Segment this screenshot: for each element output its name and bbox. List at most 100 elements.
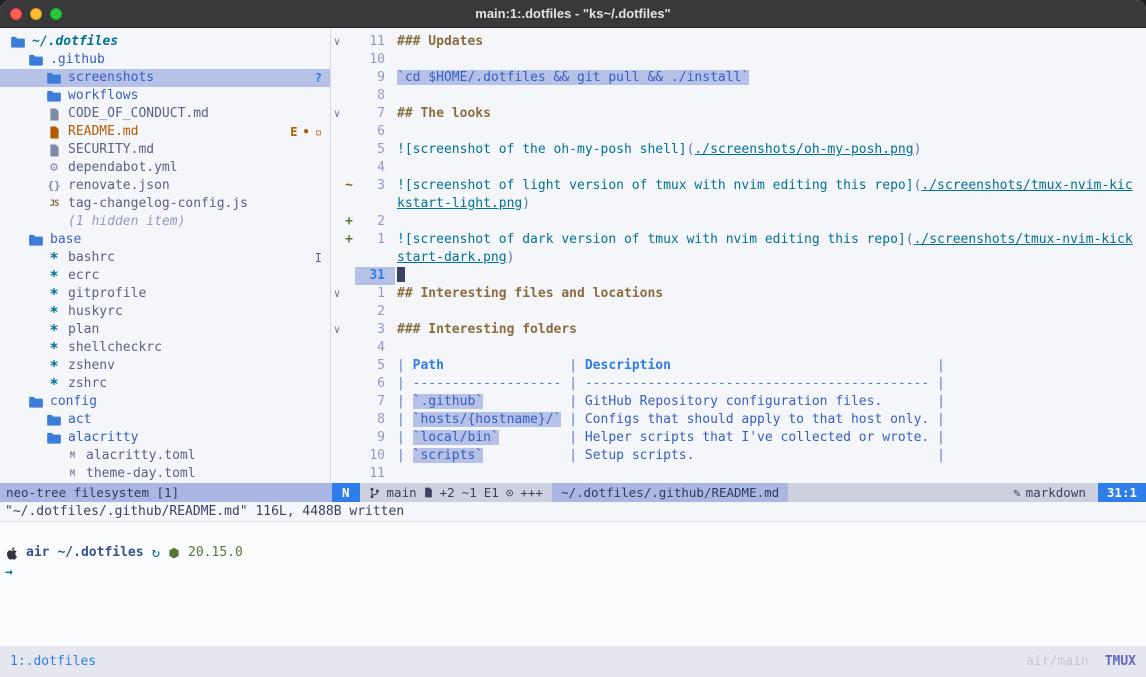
tree-row[interactable]: *shellcheckrc [0, 339, 330, 357]
git-branch-icon [369, 487, 380, 499]
editor-line[interactable]: +2 [331, 213, 1146, 231]
editor-line[interactable]: 8 [331, 87, 1146, 105]
tree-badges: E•▫ [290, 123, 322, 141]
line-text [395, 51, 1146, 69]
tree-label: huskyrc [68, 303, 123, 321]
editor-line[interactable]: 2 [331, 303, 1146, 321]
line-number: 6 [355, 375, 395, 393]
filetype-segment: ✎ markdown [1001, 483, 1098, 502]
mode-indicator: N [332, 483, 360, 502]
tree-row[interactable]: README.mdE•▫ [0, 123, 330, 141]
tree-row[interactable]: *zshrc [0, 375, 330, 393]
fold-marker[interactable]: ∨ [331, 105, 343, 123]
tree-label: SECURITY.md [68, 141, 154, 159]
pencil-icon: ✎ [1013, 483, 1021, 502]
tree-row[interactable]: *plan [0, 321, 330, 339]
line-text [395, 303, 1146, 321]
prompt-arrow: → [5, 564, 1146, 582]
editor-line[interactable]: 5![screenshot of the oh-my-posh shell](.… [331, 141, 1146, 159]
tree-row[interactable]: {}renovate.json [0, 177, 330, 195]
editor-line[interactable]: 6 [331, 123, 1146, 141]
editor-line[interactable]: ~3![screenshot of light version of tmux … [331, 177, 1146, 195]
line-text: ### Interesting folders [395, 321, 1146, 339]
line-number: 4 [355, 339, 395, 357]
close-button[interactable] [10, 8, 22, 20]
tree-row[interactable]: config [0, 393, 330, 411]
git-sign [343, 411, 355, 429]
fullscreen-button[interactable] [50, 8, 62, 20]
fold-marker [331, 303, 343, 321]
fold-marker[interactable]: ∨ [331, 285, 343, 303]
line-text: ## The looks [395, 105, 1146, 123]
tree-row[interactable]: *huskyrc [0, 303, 330, 321]
folder-icon [46, 90, 62, 102]
line-text: ### Updates [395, 33, 1146, 51]
editor-line[interactable]: ∨1## Interesting files and locations [331, 285, 1146, 303]
fold-marker [331, 69, 343, 87]
fold-marker[interactable]: ∨ [331, 33, 343, 51]
editor-line[interactable]: 5| Path | Description | [331, 357, 1146, 375]
fold-marker [331, 339, 343, 357]
tmux-window-item[interactable]: 1:.dotfiles [10, 654, 96, 669]
line-number: 1 [355, 231, 395, 249]
line-number: 6 [355, 123, 395, 141]
line-text: | `scripts` | Setup scripts. | [395, 447, 1146, 465]
editor-line[interactable]: 9`cd $HOME/.dotfiles && git pull && ./in… [331, 69, 1146, 87]
editor-line[interactable]: 31 [331, 267, 1146, 285]
git-sign: + [343, 213, 355, 231]
tree-row[interactable]: CODE_OF_CONDUCT.md [0, 105, 330, 123]
editor-line[interactable]: ∨7## The looks [331, 105, 1146, 123]
git-sign [343, 159, 355, 177]
tree-label: zshenv [68, 357, 115, 375]
tree-row[interactable]: .github [0, 51, 330, 69]
tree-row[interactable]: (1 hidden item) [0, 213, 330, 231]
tree-row[interactable]: JStag-changelog-config.js [0, 195, 330, 213]
git-sign [343, 267, 355, 285]
tree-label: zshrc [68, 375, 107, 393]
editor-line[interactable]: 8| `hosts/{hostname}/` | Configs that sh… [331, 411, 1146, 429]
tree-row[interactable]: workflows [0, 87, 330, 105]
fold-marker[interactable]: ∨ [331, 321, 343, 339]
apple-icon [5, 546, 18, 561]
tree-label: plan [68, 321, 99, 339]
editor-line[interactable]: ∨3### Interesting folders [331, 321, 1146, 339]
editor-line[interactable]: kstart-light.png) [331, 195, 1146, 213]
git-sign [343, 105, 355, 123]
editor-line[interactable]: +1![screenshot of dark version of tmux w… [331, 231, 1146, 249]
javascript-icon: JS [46, 195, 62, 213]
line-text: start-dark.png) [395, 249, 1146, 267]
editor-line[interactable]: start-dark.png) [331, 249, 1146, 267]
tree-row[interactable]: screenshots? [0, 69, 330, 87]
node-version: 20.15.0 [188, 544, 243, 562]
editor-line[interactable]: 10| `scripts` | Setup scripts. | [331, 447, 1146, 465]
tree-row[interactable]: SECURITY.md [0, 141, 330, 159]
tree-row[interactable]: ~/.dotfiles [0, 33, 330, 51]
editor-line[interactable]: 11 [331, 465, 1146, 483]
tree-row[interactable]: *bashrcI [0, 249, 330, 267]
tree-row[interactable]: Mtheme-day.toml [0, 465, 330, 483]
tree-label: alacritty.toml [86, 447, 196, 465]
git-sign [343, 465, 355, 483]
editor-line[interactable]: 9| `local/bin` | Helper scripts that I'v… [331, 429, 1146, 447]
tree-row[interactable]: *ecrc [0, 267, 330, 285]
shell-pane[interactable]: air ~/.dotfiles ↻ 20.15.0 → [0, 521, 1146, 646]
tree-row[interactable]: Malacritty.toml [0, 447, 330, 465]
git-sign [343, 285, 355, 303]
editor-line[interactable]: 6| ------------------- | ---------------… [331, 375, 1146, 393]
editor-line[interactable]: 10 [331, 51, 1146, 69]
line-text [395, 123, 1146, 141]
tree-row[interactable]: ⚙dependabot.yml [0, 159, 330, 177]
tree-row[interactable]: base [0, 231, 330, 249]
fold-marker [331, 231, 343, 249]
tree-row[interactable]: *gitprofile [0, 285, 330, 303]
tree-row[interactable]: alacritty [0, 429, 330, 447]
tree-row[interactable]: act [0, 411, 330, 429]
editor-line[interactable]: 4 [331, 339, 1146, 357]
filetype-label: markdown [1026, 483, 1086, 502]
editor-line[interactable]: 4 [331, 159, 1146, 177]
minimize-button[interactable] [30, 8, 42, 20]
editor-line[interactable]: ∨11### Updates [331, 33, 1146, 51]
tree-label: theme-day.toml [86, 465, 196, 483]
editor-line[interactable]: 7| `.github` | GitHub Repository configu… [331, 393, 1146, 411]
tree-row[interactable]: *zshenv [0, 357, 330, 375]
